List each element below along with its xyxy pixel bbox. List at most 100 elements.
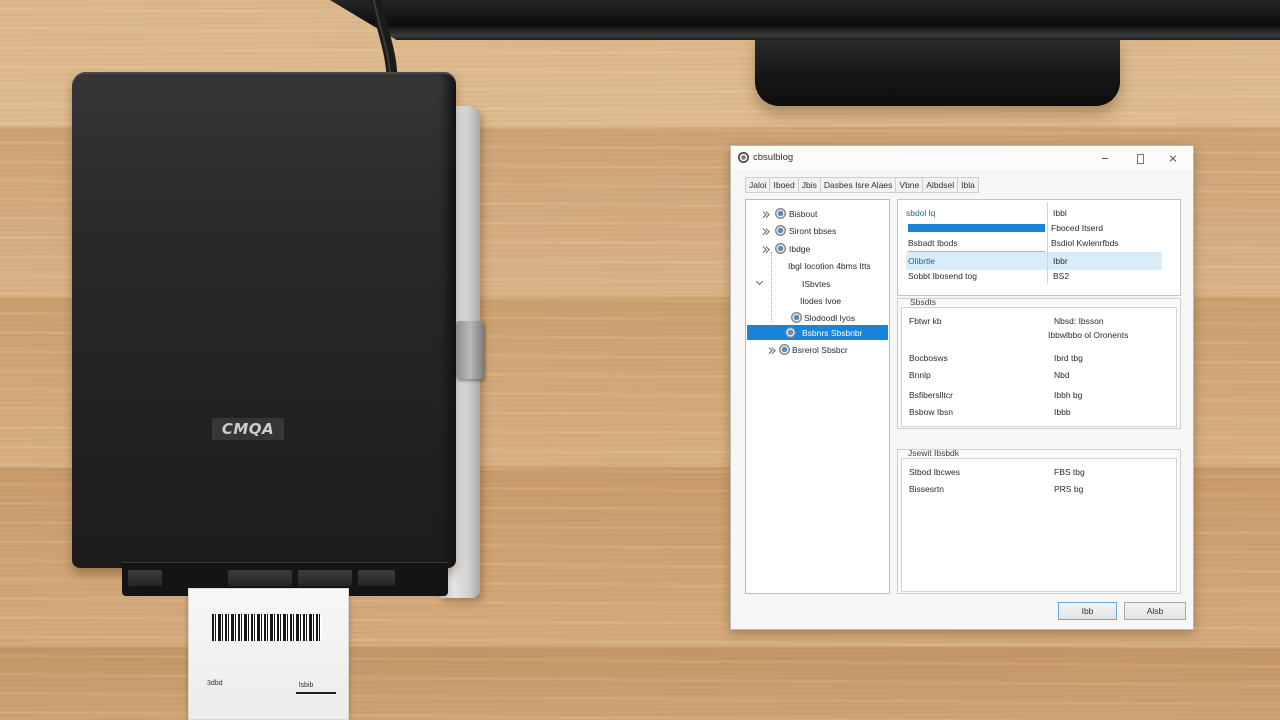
printer-cable — [370, 0, 398, 80]
detail-name: Bsbow Ibsn — [909, 407, 953, 417]
base-slot — [228, 570, 292, 586]
cancel-button[interactable]: Alsb — [1124, 602, 1186, 620]
printer-logo: CMQA — [212, 418, 284, 440]
group-title: Sbsdts — [910, 297, 936, 307]
app-icon — [738, 152, 749, 163]
chevron-down-icon[interactable] — [756, 279, 763, 286]
details-group: Sbsdts Fbtwr kb Nbsd: Ibsson Ibbwlbbo ol… — [897, 297, 1181, 429]
base-slot — [358, 570, 395, 586]
menu-item-3[interactable]: Jbis — [799, 178, 821, 192]
label-printer: CMQA — [72, 72, 485, 598]
menu-item-7[interactable]: Ibla — [958, 178, 978, 192]
tree-item[interactable]: Ilodes Ivoe — [747, 293, 888, 308]
menu-item-1[interactable]: Jaloi — [746, 178, 771, 192]
detail-value: Nbsd: Ibsson — [1054, 316, 1104, 326]
detail-value: Ibrd tbg — [1054, 353, 1083, 363]
tree-item[interactable]: Siront bbses — [747, 223, 888, 238]
tree-item[interactable]: Ibgl Iocotion 4bms Itts — [747, 258, 888, 273]
tree-item-label: Bsbnrs Sbsbnbr — [802, 327, 863, 338]
row-separator — [908, 251, 1045, 252]
tree-item-label: Ibgl Iocotion 4bms Itts — [788, 260, 871, 271]
label-rule — [296, 692, 336, 694]
detail-value: Ibbwlbbo ol Oronents — [1048, 330, 1129, 340]
tree-item[interactable]: Bisbout — [747, 206, 888, 221]
tree-item-label: Ibdge — [789, 243, 811, 254]
label-text-left: 3dbd — [207, 680, 223, 687]
device-icon — [785, 327, 796, 338]
detail-value: Ibbh bg — [1054, 390, 1083, 400]
window-title: cbsulblog — [753, 152, 794, 163]
extra-name: Stbod Ibcwes — [909, 467, 961, 477]
extra-value: PRS bg — [1054, 484, 1084, 494]
monitor-stand — [755, 36, 1120, 106]
tree-item-label: Bisbout — [789, 208, 818, 219]
monitor-bezel — [330, 0, 1280, 40]
list-row-value: Ibbl — [1053, 208, 1067, 218]
base-slot — [298, 570, 352, 586]
list-row-value: Fboced Itserd — [1051, 223, 1103, 233]
printer-body — [72, 72, 456, 568]
list-row[interactable]: Sobbt Ibosend tog BS2 — [898, 269, 1180, 283]
menu-item-4[interactable]: Dasbes Isre Alaes — [821, 178, 897, 192]
tree-item[interactable]: Bsrerol Sbsbcr — [747, 342, 888, 357]
barcode — [212, 614, 322, 641]
device-icon — [779, 344, 790, 355]
device-icon — [775, 225, 786, 236]
extra-value: FBS tbg — [1054, 467, 1085, 477]
property-list[interactable]: sbdol lq Ibbl Fboced Itserd Bsbadt Ibods… — [897, 199, 1181, 296]
tree-item-label: Siront bbses — [789, 225, 837, 236]
device-icon — [791, 312, 802, 323]
tree-item-label: Bsrerol Sbsbcr — [792, 344, 848, 355]
list-row-value: Bsdiol Kwlenrfbds — [1051, 238, 1119, 248]
properties-dialog: cbsulblog Jaloi Iboed Jbis Dasbes Isre A… — [730, 145, 1194, 630]
label-text-right: lsbib — [299, 682, 314, 689]
list-row-name: Sobbt Ibosend tog — [908, 271, 978, 281]
tree-item-selected[interactable]: Bsbnrs Sbsbnbr — [747, 325, 888, 340]
chevron-right-icon[interactable] — [761, 210, 769, 217]
list-row[interactable]: sbdol lq Ibbl — [898, 206, 1180, 220]
chevron-right-icon[interactable] — [761, 245, 769, 252]
tree-item-label: ISbvtes — [802, 278, 831, 289]
title-bar[interactable]: cbsulblog — [731, 146, 1193, 170]
menu-item-5[interactable]: Vbne — [896, 178, 924, 192]
chevron-right-icon[interactable] — [767, 346, 775, 353]
printed-label: 3dbd lsbib — [188, 588, 349, 720]
list-row-value: BS2 — [1053, 271, 1070, 281]
tree-item[interactable]: Slodoodl Iyos — [747, 310, 888, 325]
close-icon[interactable] — [1167, 152, 1179, 164]
chevron-right-icon[interactable] — [761, 227, 769, 234]
list-row-name: Bsbadt Ibods — [908, 238, 958, 248]
device-icon — [775, 243, 786, 254]
detail-name: Bsfiberslltcr — [909, 390, 953, 400]
menu-item-6[interactable]: Albdsel — [923, 178, 959, 192]
detail-name: Bocbosws — [909, 353, 948, 363]
detail-value: Nbd — [1054, 370, 1070, 380]
group-title: Jsewit Ibsbdk — [908, 448, 960, 458]
maximize-icon[interactable] — [1133, 152, 1145, 164]
list-row[interactable]: Bsbadt Ibods Bsdiol Kwlenrfbds — [898, 236, 1180, 250]
minimize-icon[interactable] — [1099, 152, 1111, 164]
list-row-value: Ibbr — [1053, 256, 1068, 266]
printer-latch — [456, 321, 484, 379]
tree-item[interactable]: Ibdge — [747, 241, 888, 256]
menu-item-2[interactable]: Iboed — [770, 178, 799, 192]
extra-group: Jsewit Ibsbdk Stbod Ibcwes FBS tbg Bisse… — [897, 448, 1181, 594]
menu-bar: Jaloi Iboed Jbis Dasbes Isre Alaes Vbne … — [745, 177, 979, 193]
base-slot — [128, 570, 162, 586]
tree-item-label: Slodoodl Iyos — [804, 312, 856, 323]
list-row-highlighted[interactable]: Olibrtle Ibbr — [898, 254, 1180, 268]
ok-button[interactable]: Ibb — [1058, 602, 1117, 620]
extra-panel — [901, 458, 1177, 592]
list-row-name: sbdol lq — [906, 208, 936, 218]
selection-bar — [908, 224, 1045, 232]
detail-value: Ibbb — [1054, 407, 1071, 417]
device-icon — [775, 208, 786, 219]
tree-item-label: Ilodes Ivoe — [800, 295, 842, 306]
tree-item[interactable]: ISbvtes — [747, 276, 888, 291]
detail-name: Fbtwr kb — [909, 316, 942, 326]
detail-name: Bnnlp — [909, 370, 931, 380]
list-row-name: Olibrtle — [908, 256, 935, 266]
device-tree[interactable]: Bisbout Siront bbses Ibdge Ibgl Iocotion… — [745, 199, 890, 594]
extra-name: Bissesrtn — [909, 484, 944, 494]
list-row-selected[interactable]: Fboced Itserd — [898, 221, 1180, 235]
